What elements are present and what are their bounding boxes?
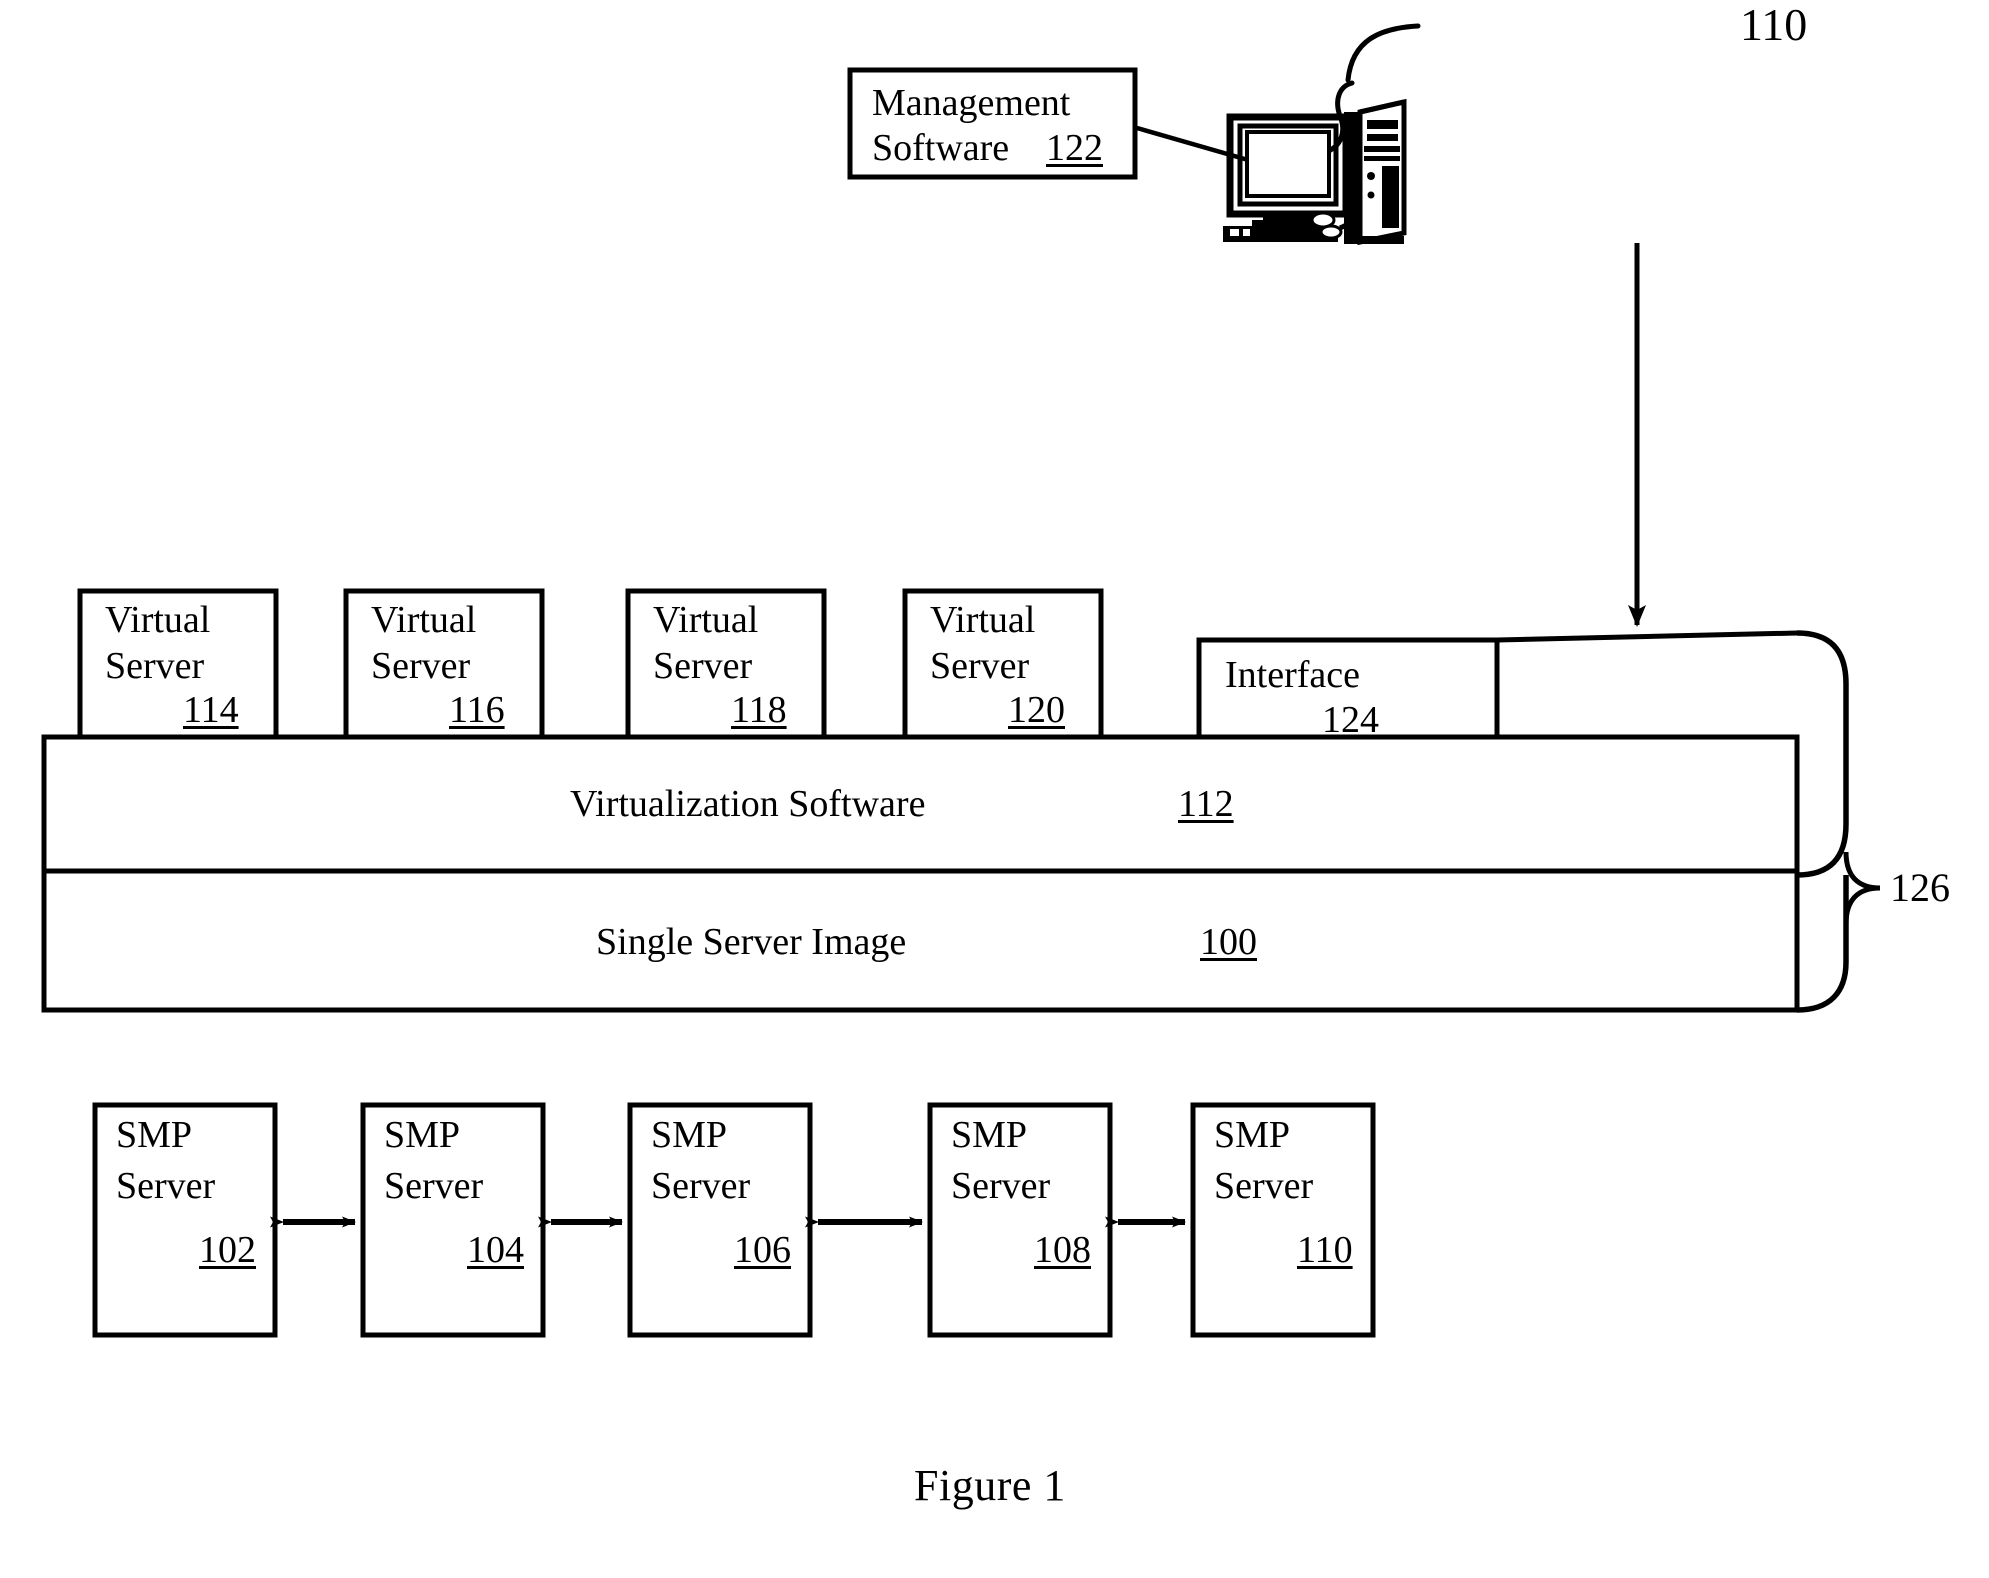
system-boundary-126 bbox=[1796, 630, 1849, 878]
virtualization-software-label: Virtualization Software bbox=[570, 783, 926, 825]
virtual-server-116-ref: 116 bbox=[449, 689, 505, 731]
virtual-server-118-line2: Server bbox=[653, 645, 753, 687]
interface-ref: 124 bbox=[1322, 699, 1379, 741]
virtual-server-114-ref: 114 bbox=[183, 689, 239, 731]
smp-server-108-line2: Server bbox=[951, 1165, 1051, 1207]
virtual-server-118-line1: Virtual bbox=[653, 599, 759, 641]
virtual-server-116-line1: Virtual bbox=[371, 599, 477, 641]
interface-label: Interface bbox=[1225, 654, 1360, 696]
single-server-image-ref: 100 bbox=[1200, 921, 1257, 963]
single-server-image-label: Single Server Image bbox=[596, 921, 907, 963]
management-software-line2: Software bbox=[872, 127, 1010, 169]
patent-figure-1: 110 Management Software 122 Virtual Serv… bbox=[0, 0, 1989, 1578]
ref-126-brace bbox=[1843, 851, 1881, 925]
ref-110-leader bbox=[1345, 23, 1421, 83]
ref-110-label: 110 bbox=[1740, 0, 1808, 50]
virtual-server-118-ref: 118 bbox=[731, 689, 787, 731]
smp-server-102-line1: SMP bbox=[116, 1114, 193, 1156]
smp-server-106-ref: 106 bbox=[734, 1229, 791, 1271]
virtual-server-114-line1: Virtual bbox=[105, 599, 211, 641]
virtual-server-120-line1: Virtual bbox=[930, 599, 1036, 641]
smp-server-108-ref: 108 bbox=[1034, 1229, 1091, 1271]
smp-server-108-line1: SMP bbox=[951, 1114, 1028, 1156]
virtual-server-116-line2: Server bbox=[371, 645, 471, 687]
smp-server-104-line2: Server bbox=[384, 1165, 484, 1207]
smp-server-102-line2: Server bbox=[116, 1165, 216, 1207]
smp-server-104-ref: 104 bbox=[467, 1229, 524, 1271]
virtualization-software-ref: 112 bbox=[1178, 783, 1234, 825]
virtual-server-120-ref: 120 bbox=[1008, 689, 1065, 731]
virtual-server-114-line2: Server bbox=[105, 645, 205, 687]
ref-126-label: 126 bbox=[1890, 865, 1950, 910]
smp-server-110-line1: SMP bbox=[1214, 1114, 1291, 1156]
smp-server-110-ref: 110 bbox=[1297, 1229, 1353, 1271]
smp-server-106-line2: Server bbox=[651, 1165, 751, 1207]
management-software-ref: 122 bbox=[1046, 127, 1103, 169]
smp-server-106-line1: SMP bbox=[651, 1114, 728, 1156]
smp-server-102-ref: 102 bbox=[199, 1229, 256, 1271]
single-server-image-band bbox=[41, 868, 1800, 1013]
virtual-server-120-line2: Server bbox=[930, 645, 1030, 687]
figure-caption: Figure 1 bbox=[914, 1461, 1066, 1510]
management-software-line1: Management bbox=[872, 82, 1071, 124]
smp-server-104-line1: SMP bbox=[384, 1114, 461, 1156]
smp-server-110-line2: Server bbox=[1214, 1165, 1314, 1207]
desktop-computer-icon bbox=[1223, 80, 1407, 246]
diagram-canvas bbox=[41, 23, 1881, 1338]
